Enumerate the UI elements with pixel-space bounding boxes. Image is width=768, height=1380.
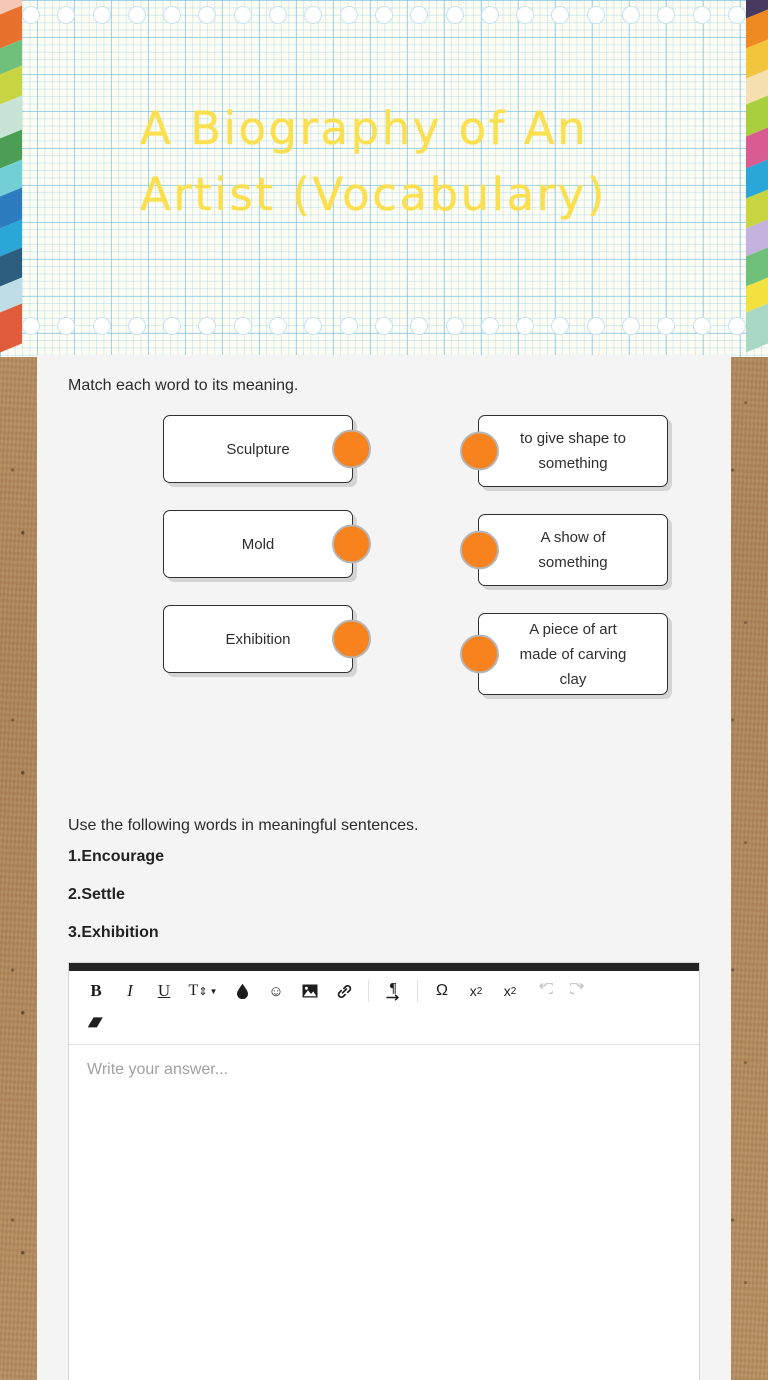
match-connector-dot[interactable] [332, 429, 371, 469]
punch-hole [269, 317, 288, 335]
match-word-box[interactable]: Sculpture [163, 415, 371, 483]
punch-hole [57, 317, 76, 335]
sentences-prompt: Use the following words in meaningful se… [68, 817, 419, 834]
punch-hole [339, 317, 358, 335]
match-meaning-label: A piece of art made of carving clay [519, 620, 627, 688]
subscript-icon[interactable]: x2 [459, 976, 493, 1006]
match-connector-dot[interactable] [332, 524, 371, 564]
image-icon[interactable] [293, 976, 327, 1006]
text-direction-icon[interactable]: ¶ [376, 976, 410, 1006]
toolbar-divider [368, 980, 369, 1002]
punch-hole [410, 6, 429, 24]
punch-hole [727, 317, 746, 335]
matching-right-column: to give shape to something A show of som… [460, 415, 668, 695]
sentence-word-2: 2.Settle [68, 886, 125, 903]
punch-hole [269, 6, 288, 24]
link-icon[interactable] [327, 976, 361, 1006]
match-connector-dot[interactable] [460, 634, 499, 674]
punch-hole [198, 6, 217, 24]
svg-text:¶: ¶ [389, 981, 397, 996]
match-connector-dot[interactable] [332, 619, 371, 659]
match-meaning-box[interactable]: A piece of art made of carving clay [460, 613, 668, 695]
clear-formatting-icon[interactable] [79, 1008, 113, 1038]
sentence-word-1: 1.Encourage [68, 848, 165, 865]
superscript-icon[interactable]: x2 [493, 976, 527, 1006]
punch-hole [657, 317, 676, 335]
punch-hole [586, 6, 605, 24]
match-word-label: Sculpture [226, 440, 290, 458]
punch-hole [163, 6, 182, 24]
punch-hole [57, 6, 76, 24]
match-meaning-box[interactable]: to give shape to something [460, 415, 668, 487]
match-connector-dot[interactable] [460, 530, 499, 570]
answer-textarea[interactable]: Write your answer... [69, 1045, 699, 1380]
special-character-icon[interactable]: Ω [425, 976, 459, 1006]
punch-hole [445, 317, 464, 335]
punch-hole [22, 6, 40, 24]
page-title: A Biography of An Artist (Vocabulary) [140, 102, 607, 221]
match-meaning-label: A show of something [538, 529, 608, 571]
emoji-icon[interactable]: ☺ [259, 976, 293, 1006]
punch-hole [163, 317, 182, 335]
punch-hole [22, 317, 40, 335]
editor-top-bar [69, 963, 699, 971]
punch-hole [622, 6, 641, 24]
match-word-label: Mold [241, 535, 275, 553]
punch-hole [304, 6, 323, 24]
bold-icon[interactable]: B [79, 976, 113, 1006]
punch-hole [692, 6, 711, 24]
punch-hole [304, 317, 323, 335]
redo-icon[interactable] [561, 976, 595, 1006]
punch-hole [551, 6, 570, 24]
punch-hole [127, 317, 146, 335]
punch-hole [622, 317, 641, 335]
matching-prompt: Match each word to its meaning. [68, 377, 299, 394]
punch-hole [586, 317, 605, 335]
punch-hole [374, 317, 393, 335]
match-meaning-box[interactable]: A show of something [460, 514, 668, 586]
punch-hole [727, 6, 746, 24]
punch-hole [339, 6, 358, 24]
punch-hole [374, 6, 393, 24]
punch-hole [551, 317, 570, 335]
punch-hole [92, 317, 111, 335]
punch-hole [198, 317, 217, 335]
right-color-stripes [746, 0, 768, 357]
rich-text-editor: B I U T ⇕ ▼ ☺ ¶ Ω x 2 x 2 Write your ans… [68, 962, 700, 1380]
matching-exercise: Sculpture Mold Exhibition to give shape … [68, 415, 700, 733]
punch-hole [657, 6, 676, 24]
punch-hole [410, 317, 429, 335]
underline-icon[interactable]: U [147, 976, 181, 1006]
worksheet-card: Match each word to its meaning. Sculptur… [37, 355, 731, 1380]
text-size-icon[interactable]: T ⇕ ▼ [181, 976, 225, 1006]
undo-icon[interactable] [527, 976, 561, 1006]
punch-holes-bottom [0, 317, 768, 351]
punch-hole [692, 317, 711, 335]
match-word-label: Exhibition [225, 630, 291, 648]
punch-hole [516, 6, 535, 24]
punch-hole [480, 6, 499, 24]
punch-hole [480, 317, 499, 335]
punch-hole [127, 6, 146, 24]
matching-left-column: Sculpture Mold Exhibition [163, 415, 371, 673]
text-color-icon[interactable] [225, 976, 259, 1006]
match-connector-dot[interactable] [460, 431, 499, 471]
italic-icon[interactable]: I [113, 976, 147, 1006]
editor-toolbar: B I U T ⇕ ▼ ☺ ¶ Ω x 2 x 2 [69, 971, 699, 1045]
header-banner: A Biography of An Artist (Vocabulary) [0, 0, 768, 357]
toolbar-divider [417, 980, 418, 1002]
punch-hole [92, 6, 111, 24]
match-word-box[interactable]: Mold [163, 510, 371, 578]
match-word-box[interactable]: Exhibition [163, 605, 371, 673]
sentence-word-3: 3.Exhibition [68, 924, 159, 941]
punch-holes-top [0, 6, 768, 40]
punch-hole [445, 6, 464, 24]
left-color-stripes [0, 0, 22, 357]
punch-hole [233, 317, 252, 335]
punch-hole [516, 317, 535, 335]
match-meaning-label: to give shape to something [520, 430, 626, 472]
punch-hole [233, 6, 252, 24]
editor-toolbar-row-2 [79, 1008, 689, 1038]
